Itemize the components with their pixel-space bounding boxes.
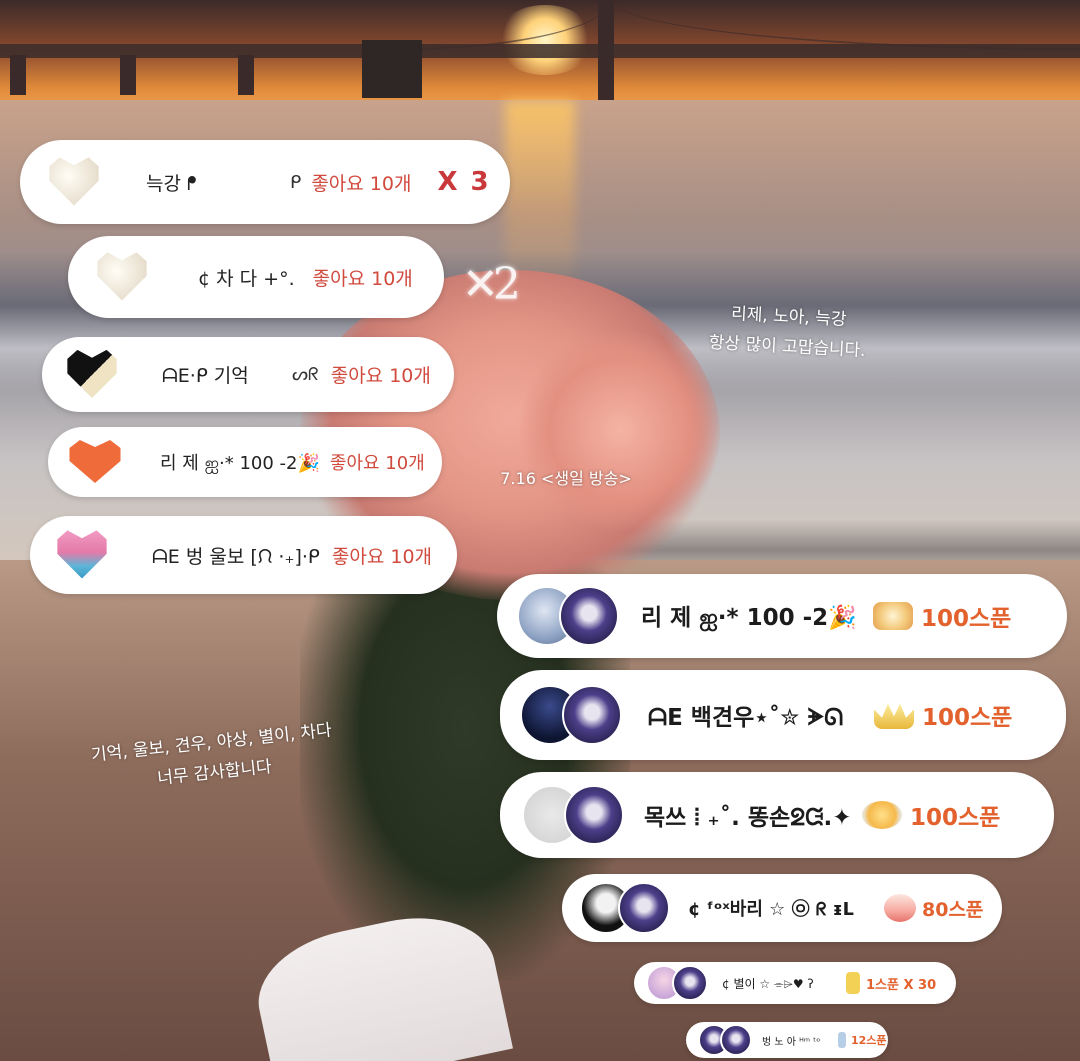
spoon-card: 벙 노 아 ᴴᵐ ᵗᵒ 12스푼 <box>686 1022 888 1058</box>
like-card-deco: ᑭ <box>290 171 302 193</box>
spoon-card-amount: 12스푼 <box>851 1034 887 1047</box>
spoon-card-amount: 100스푼 <box>921 606 1012 632</box>
thanks-caption-top: 리제, 노아, 늑강 항상 많이 고맙습니다. <box>687 297 890 367</box>
flower-gift-icon <box>862 801 902 829</box>
spoon-card-name: 목쓰 ⦙ ₊˚. 똥손ᘖᙍ.✦ <box>644 805 852 831</box>
like-card-label: 좋아요 10개 <box>311 172 412 195</box>
spoon-card: ᗩE 백견우⋆˚✮ ᗘᘏ 100스푼 <box>500 670 1066 760</box>
spoon-card-amount: 1스푼 X 30 <box>866 977 937 993</box>
spoon-gift-icon <box>838 1032 846 1048</box>
bridge-building <box>362 40 422 98</box>
spoon-card-amount: 80스푼 <box>922 898 984 921</box>
spoon-card: 목쓰 ⦙ ₊˚. 똥손ᘖᙍ.✦ 100스푼 <box>500 772 1054 858</box>
host-avatar <box>720 1024 752 1056</box>
like-card: 늑강 ᖰ ᑭ 좋아요 10개 X 3 <box>20 140 510 224</box>
like-card-label: 좋아요 10개 <box>331 545 433 568</box>
sparkle-decoration: ✕2 <box>462 259 521 310</box>
bottle-gift-icon <box>846 972 860 994</box>
spoon-card-name: ¢ 별이 ☆ ⌯⌲♥ ʔ <box>722 976 814 991</box>
like-card-deco: ᔕᖇ <box>292 364 319 385</box>
heart-gift-icon <box>97 252 147 301</box>
spoon-card: ¢ 별이 ☆ ⌯⌲♥ ʔ 1스푼 X 30 <box>634 962 956 1004</box>
spoon-card-amount: 100스푼 <box>922 705 1013 731</box>
spoon-card-name: 리 제 ஐ·* 100 -2🎉 <box>641 605 857 631</box>
like-card-label: 좋아요 10개 <box>329 453 425 474</box>
spoon-card: 리 제 ஐ·* 100 -2🎉 100스푼 <box>497 574 1067 658</box>
like-card-label: 좋아요 10개 <box>330 365 431 387</box>
like-card-name: 늑강 ᖰ <box>146 172 197 195</box>
host-avatar <box>562 685 622 745</box>
heart-gift-icon <box>49 157 99 206</box>
bridge-pillar <box>10 55 26 95</box>
bridge-pillar <box>120 55 136 95</box>
spoon-card-name: 벙 노 아 ᴴᵐ ᵗᵒ <box>762 1036 821 1048</box>
cake-gift-icon <box>884 894 916 922</box>
like-card: ᗩE 벙 울보 [ᙁ ·₊]·ᑭ 좋아요 10개 <box>30 516 457 594</box>
like-card-multiplier: X 3 <box>437 167 491 197</box>
spoon-card-name: ᗩE 백견우⋆˚✮ ᗘᘏ <box>648 705 844 731</box>
like-card: 리 제 ஐ·* 100 -2🎉 좋아요 10개 <box>48 427 442 497</box>
heart-gift-icon <box>67 349 117 399</box>
host-avatar <box>559 586 619 646</box>
spoon-card: ¢ ᶠᵒˣ바리 ☆ ㉧ ᖇ ᵻᒪ 80스푼 <box>562 874 1002 942</box>
crown-gift-icon <box>874 703 914 729</box>
heart-gift-icon <box>69 440 121 483</box>
host-avatar <box>564 785 624 845</box>
birthday-caption: 7.16 <생일 방송> <box>500 469 632 488</box>
host-avatar <box>672 965 708 1001</box>
bridge-pillar <box>238 55 254 95</box>
like-card-name: ᗩE·ᑭ 기억 <box>162 365 249 387</box>
like-card: ¢ 차 다 +°. 좋아요 10개 <box>68 236 444 318</box>
heart-gift-icon <box>57 530 107 579</box>
rose-flower <box>520 330 720 530</box>
like-card: ᗩE·ᑭ 기억 ᔕᖇ 좋아요 10개 <box>42 337 454 412</box>
like-card-name: ¢ 차 다 +°. <box>198 267 295 290</box>
spoon-card-name: ¢ ᶠᵒˣ바리 ☆ ㉧ ᖇ ᵻᒪ <box>688 899 854 920</box>
cake-gift-icon <box>873 602 913 630</box>
like-card-label: 좋아요 10개 <box>312 267 413 290</box>
like-card-name: 리 제 ஐ·* 100 -2🎉 <box>160 452 320 474</box>
spoon-card-amount: 100스푼 <box>910 805 1001 831</box>
like-card-name: ᗩE 벙 울보 [ᙁ ·₊]·ᑭ <box>152 545 320 568</box>
bridge-deck <box>0 44 1080 58</box>
host-avatar <box>618 882 670 934</box>
